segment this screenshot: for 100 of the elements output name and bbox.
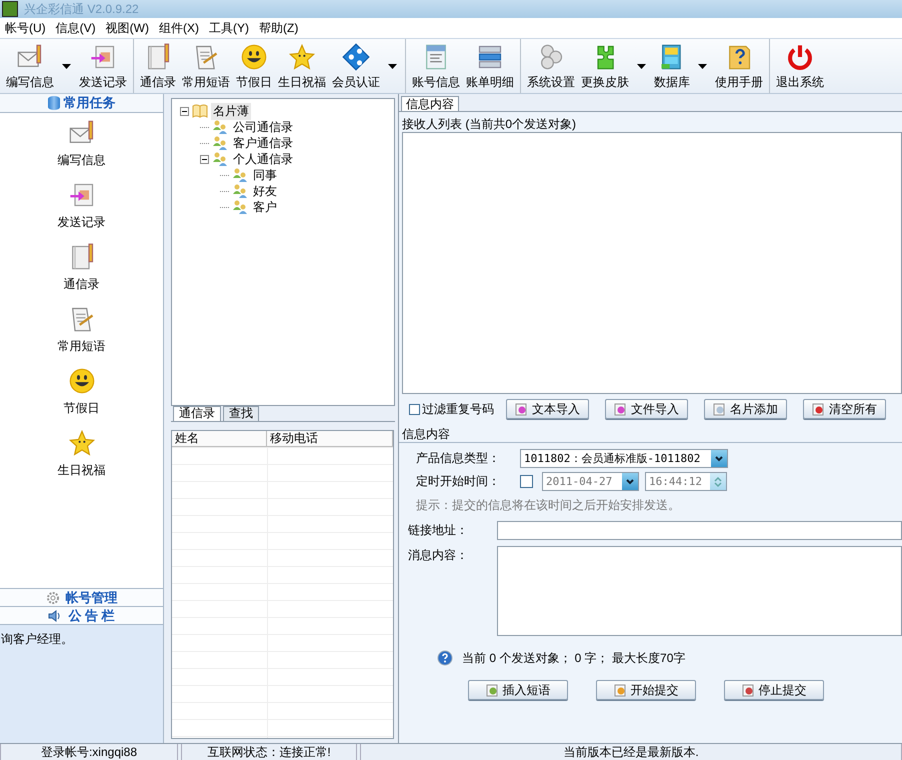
dropdown-caret-icon[interactable]	[637, 64, 646, 68]
toolbar-button[interactable]: 生日祝福	[275, 39, 329, 93]
section-title: 帐号管理	[66, 588, 118, 606]
toolbar-button[interactable]: 更换皮肤	[578, 39, 632, 93]
submit-button[interactable]: 开始提交	[596, 680, 696, 700]
button-icon	[486, 684, 498, 696]
sidebar-item[interactable]: 通信录	[64, 243, 100, 305]
sidebar-item[interactable]: 编写信息	[58, 119, 106, 181]
people-icon	[212, 120, 228, 134]
people-icon	[212, 136, 228, 150]
chevron-down-icon	[715, 456, 723, 462]
notice-text: 询客户经理。	[0, 624, 163, 743]
speaker-icon	[48, 608, 62, 622]
button-icon	[742, 684, 754, 696]
people-icon	[232, 200, 248, 214]
gear-icon	[46, 590, 60, 604]
tree-toggle[interactable]	[200, 154, 209, 164]
toolbar-button[interactable]: 编写信息	[3, 39, 57, 93]
tree-node[interactable]: 好友	[251, 182, 279, 200]
link-input[interactable]	[497, 521, 902, 540]
button-icon	[713, 402, 726, 416]
toolbar-button[interactable]: 发送记录	[76, 39, 130, 93]
dropdown-caret-icon[interactable]	[62, 64, 71, 68]
menu-item[interactable]: 工具(Y)	[204, 20, 254, 36]
tree-node[interactable]: 客户通信录	[231, 134, 295, 152]
action-button[interactable]: 清空所有	[803, 399, 886, 419]
button-icon	[614, 402, 627, 416]
field-label: 消息内容：	[407, 547, 469, 564]
field-label: 产品信息类型：	[415, 450, 501, 467]
document-arrow-icon	[68, 181, 96, 209]
menu-item[interactable]: 信息(V)	[50, 20, 101, 36]
submit-button[interactable]: 插入短语	[468, 680, 568, 700]
database-icon	[48, 96, 60, 110]
tree-node[interactable]: 名片薄	[211, 102, 251, 120]
section-header[interactable]: 帐号管理	[0, 588, 163, 606]
spinner-arrows-icon	[714, 476, 722, 488]
message-textarea[interactable]	[497, 546, 902, 636]
column-header[interactable]: 姓名	[172, 431, 267, 446]
tab[interactable]: 通信录	[173, 406, 221, 421]
tree-node[interactable]: 客户	[251, 198, 279, 216]
toolbar-button[interactable]: 账单明细	[463, 39, 517, 93]
menu-item[interactable]: 帮助(Z)	[254, 20, 304, 36]
app-logo-icon	[2, 1, 18, 17]
window-title: 兴企彩信通 V2.0.9.22	[24, 0, 139, 18]
field-label: 链接地址：	[407, 522, 469, 539]
field-label: 定时开始时间：	[415, 473, 501, 490]
document-arrow-icon	[89, 43, 117, 71]
button-icon	[812, 402, 825, 416]
list-label: 接收人列表 (当前共0个发送对象)	[402, 116, 577, 132]
dropdown-caret-icon[interactable]	[388, 64, 397, 68]
tree-node[interactable]: 个人通信录	[231, 150, 295, 168]
list-icon	[476, 43, 504, 71]
status-text: 登录帐号:xingqi88	[0, 744, 178, 760]
chevron-down-icon	[626, 478, 634, 484]
action-button[interactable]: 名片添加	[704, 399, 787, 419]
menu-item[interactable]: 帐号(U)	[0, 20, 51, 36]
people-icon	[212, 152, 228, 166]
smiley-icon	[240, 43, 268, 71]
action-button[interactable]: 文件导入	[605, 399, 688, 419]
filter-checkbox[interactable]: 过滤重复号码	[409, 400, 494, 418]
hint-text: 提示：提交的信息将在该时间之后开始安排发送。	[415, 497, 681, 514]
menu-item[interactable]: 组件(X)	[154, 20, 204, 36]
smiley-icon	[68, 367, 96, 395]
counter-text: 当前 0 个发送对象； 0 字； 最大长度70字	[462, 650, 686, 666]
button-icon	[614, 684, 626, 696]
panel-title: 常用任务	[64, 94, 116, 112]
tree-node[interactable]: 公司通信录	[231, 118, 295, 136]
toolbar-button[interactable]: 退出系统	[773, 39, 827, 93]
star-icon	[68, 429, 96, 457]
toolbar-button[interactable]: 通信录	[137, 39, 179, 93]
tab[interactable]: 信息内容	[401, 96, 459, 111]
toolbar-button[interactable]: 节假日	[233, 39, 275, 93]
section-header[interactable]: 公 告 栏	[0, 606, 163, 624]
tree-node[interactable]: 同事	[251, 166, 279, 184]
status-text: 互联网状态：连接正常!	[181, 744, 357, 760]
book-icon	[192, 104, 208, 118]
power-icon	[786, 43, 814, 71]
toolbar-button[interactable]: 常用短语	[179, 39, 233, 93]
sidebar-item[interactable]: 发送记录	[58, 181, 106, 243]
sidebar-item[interactable]: 节假日	[64, 367, 100, 429]
menu-item[interactable]: 视图(W)	[100, 20, 154, 36]
toolbar-button[interactable]: 数据库	[651, 39, 693, 93]
column-header[interactable]: 移动电话	[267, 431, 393, 446]
tree-toggle[interactable]	[180, 106, 189, 116]
star-icon	[288, 43, 316, 71]
sidebar-item[interactable]: 生日祝福	[58, 429, 106, 491]
tab[interactable]: 查找	[223, 406, 259, 421]
section-title: 信息内容	[399, 426, 902, 443]
toolbar-button[interactable]: 使用手册	[712, 39, 766, 93]
toolbar-button[interactable]: 会员认证	[329, 39, 383, 93]
sidebar-item[interactable]: 常用短语	[58, 305, 106, 367]
toolbar-button[interactable]: 账号信息	[409, 39, 463, 93]
toolbar-button[interactable]: 系统设置	[524, 39, 578, 93]
people-icon	[232, 184, 248, 198]
section-title: 公 告 栏	[68, 606, 115, 624]
button-icon	[515, 402, 528, 416]
dropdown-caret-icon[interactable]	[698, 64, 707, 68]
action-button[interactable]: 文本导入	[506, 399, 589, 419]
submit-button[interactable]: 停止提交	[724, 680, 824, 700]
product-type-dropdown[interactable]: 1011802：会员通标准版-1011802	[520, 449, 728, 468]
